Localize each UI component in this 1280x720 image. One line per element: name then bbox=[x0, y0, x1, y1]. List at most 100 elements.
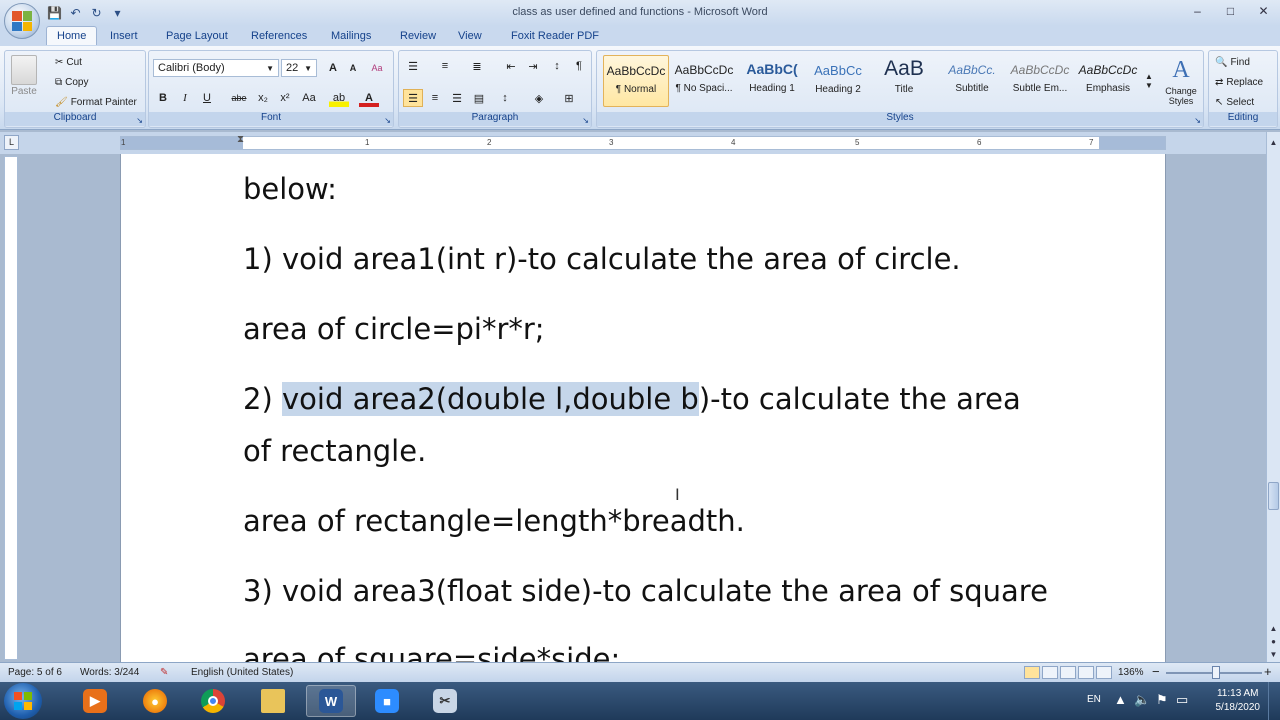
align-center-icon[interactable]: ≡ bbox=[425, 89, 445, 107]
tab-view[interactable]: View bbox=[450, 29, 490, 43]
align-right-icon[interactable]: ☰ bbox=[447, 89, 467, 107]
font-name-combo[interactable]: Calibri (Body) ▼ bbox=[153, 59, 279, 77]
style-subtle-emphasis[interactable]: AaBbCcDc Subtle Em... bbox=[1007, 55, 1073, 107]
language-status[interactable]: English (United States) bbox=[191, 667, 293, 678]
zoom-in-button[interactable]: + bbox=[1264, 664, 1272, 679]
previous-page-icon[interactable]: ▲ bbox=[1267, 622, 1280, 635]
taskbar-media-player[interactable]: ▶ bbox=[70, 685, 120, 717]
minimize-button[interactable]: – bbox=[1181, 0, 1214, 22]
italic-button[interactable]: I bbox=[175, 89, 195, 107]
print-layout-view-icon[interactable] bbox=[1024, 666, 1040, 679]
style-heading-2[interactable]: AaBbCc Heading 2 bbox=[805, 55, 871, 107]
underline-button[interactable]: U bbox=[197, 89, 217, 107]
show-hidden-icons-icon[interactable]: ▲ bbox=[1114, 692, 1127, 707]
multilevel-list-icon[interactable]: ≣ bbox=[467, 57, 487, 75]
style-subtitle[interactable]: AaBbCc. Subtitle bbox=[939, 55, 1005, 107]
strikethrough-button[interactable]: abe bbox=[229, 89, 249, 107]
show-desktop-button[interactable] bbox=[1268, 682, 1280, 720]
web-layout-view-icon[interactable] bbox=[1060, 666, 1076, 679]
shrink-font-button[interactable]: A bbox=[343, 59, 363, 77]
tab-references[interactable]: References bbox=[243, 29, 315, 43]
zoom-level[interactable]: 136% bbox=[1118, 667, 1144, 678]
volume-icon[interactable]: 🔈 bbox=[1134, 692, 1150, 708]
line-spacing-icon[interactable]: ↕ bbox=[495, 89, 515, 107]
grow-font-button[interactable]: A bbox=[323, 59, 343, 77]
change-case-button[interactable]: Aa bbox=[299, 89, 319, 107]
clear-formatting-button[interactable]: Aa bbox=[367, 59, 387, 77]
vertical-ruler[interactable] bbox=[4, 156, 18, 660]
taskbar-zoom[interactable]: ■ bbox=[362, 685, 412, 717]
font-color-button[interactable]: A bbox=[359, 89, 379, 107]
decrease-indent-icon[interactable]: ⇤ bbox=[501, 57, 521, 75]
action-center-flag-icon[interactable]: ⚑ bbox=[1156, 692, 1168, 708]
input-language[interactable]: EN bbox=[1087, 694, 1101, 705]
tab-selector[interactable]: L bbox=[4, 135, 19, 150]
scrollbar-thumb[interactable] bbox=[1268, 482, 1279, 510]
copy-button[interactable]: ⧉ Copy bbox=[55, 77, 89, 88]
zoom-slider-thumb[interactable] bbox=[1212, 666, 1220, 679]
scroll-up-icon[interactable]: ▲ bbox=[1267, 136, 1280, 149]
styles-launcher-icon[interactable]: ↘ bbox=[1194, 116, 1201, 125]
horizontal-ruler[interactable]: 1 1 2 3 4 5 6 7 ⧗ bbox=[120, 134, 1166, 150]
proofing-icon[interactable]: ✎ bbox=[160, 667, 168, 678]
taskbar-word[interactable]: W bbox=[306, 685, 356, 717]
taskbar-file-explorer[interactable] bbox=[248, 685, 298, 717]
document-area[interactable]: below: 1) void area1(int r)-to calculate… bbox=[22, 154, 1266, 662]
shading-icon[interactable]: ◈ bbox=[529, 89, 549, 107]
browse-object-icon[interactable]: ● bbox=[1267, 635, 1280, 648]
style-heading-1[interactable]: AaBbC( Heading 1 bbox=[739, 55, 805, 107]
sort-icon[interactable]: ↕ bbox=[547, 57, 567, 75]
word-count[interactable]: Words: 3/244 bbox=[80, 667, 139, 678]
replace-button[interactable]: ⇄ Replace bbox=[1215, 77, 1263, 88]
tab-insert[interactable]: Insert bbox=[102, 29, 146, 43]
subscript-button[interactable]: x₂ bbox=[253, 89, 273, 107]
style-title[interactable]: AaB Title bbox=[871, 55, 937, 107]
next-page-icon[interactable]: ▼ bbox=[1267, 648, 1280, 661]
style-normal[interactable]: AaBbCcDc ¶ Normal bbox=[603, 55, 669, 107]
style-no-spacing[interactable]: AaBbCcDc ¶ No Spaci... bbox=[671, 55, 737, 107]
close-button[interactable]: ✕ bbox=[1247, 0, 1280, 22]
show-formatting-button[interactable]: ¶ bbox=[569, 57, 589, 75]
tab-review[interactable]: Review bbox=[392, 29, 444, 43]
superscript-button[interactable]: x² bbox=[275, 89, 295, 107]
justify-icon[interactable]: ▤ bbox=[469, 89, 489, 107]
document-page[interactable]: below: 1) void area1(int r)-to calculate… bbox=[120, 154, 1166, 662]
full-screen-view-icon[interactable] bbox=[1042, 666, 1058, 679]
format-painter-button[interactable]: 🖌 Format Painter bbox=[55, 97, 137, 108]
network-icon[interactable]: ▭ bbox=[1176, 692, 1188, 708]
clipboard-launcher-icon[interactable]: ↘ bbox=[136, 116, 143, 125]
borders-icon[interactable]: ⊞ bbox=[559, 89, 579, 107]
style-emphasis[interactable]: AaBbCcDc Emphasis bbox=[1075, 55, 1141, 107]
styles-scroll-icon[interactable]: ▲ ▼ bbox=[1143, 55, 1155, 107]
find-button[interactable]: 🔍 Find bbox=[1215, 57, 1250, 68]
numbering-icon[interactable]: ≡ bbox=[435, 57, 455, 75]
align-left-icon[interactable]: ☰ bbox=[403, 89, 423, 107]
cut-button[interactable]: ✂ Cut bbox=[55, 57, 82, 68]
zoom-out-button[interactable]: − bbox=[1152, 664, 1160, 679]
taskbar-firefox[interactable]: ● bbox=[130, 685, 180, 717]
office-button[interactable] bbox=[4, 3, 40, 39]
taskbar-snipping-tool[interactable]: ✂ bbox=[420, 685, 470, 717]
font-size-combo[interactable]: 22 ▼ bbox=[281, 59, 317, 77]
outline-view-icon[interactable] bbox=[1078, 666, 1094, 679]
tab-mailings[interactable]: Mailings bbox=[323, 29, 379, 43]
vertical-scrollbar[interactable]: ▲ ▲ ● ▼ bbox=[1266, 132, 1280, 662]
draft-view-icon[interactable] bbox=[1096, 666, 1112, 679]
tab-page-layout[interactable]: Page Layout bbox=[158, 29, 236, 43]
paste-button[interactable]: Paste bbox=[11, 55, 37, 97]
indent-marker-icon[interactable]: ⧗ bbox=[237, 134, 244, 145]
tab-home[interactable]: Home bbox=[46, 26, 98, 45]
clock[interactable]: 11:13 AM 5/18/2020 bbox=[1216, 687, 1261, 715]
bullets-icon[interactable]: ☰ bbox=[403, 57, 423, 75]
paragraph-launcher-icon[interactable]: ↘ bbox=[582, 116, 589, 125]
start-button[interactable] bbox=[4, 683, 42, 719]
change-styles-button[interactable]: A Change Styles bbox=[1161, 57, 1201, 106]
tab-foxit-reader-pdf[interactable]: Foxit Reader PDF bbox=[503, 29, 607, 43]
bold-button[interactable]: B bbox=[153, 89, 173, 107]
maximize-button[interactable]: □ bbox=[1214, 0, 1247, 22]
select-button[interactable]: ↖ Select bbox=[1215, 97, 1254, 108]
page-count[interactable]: Page: 5 of 6 bbox=[8, 667, 62, 678]
highlight-button[interactable]: ab bbox=[329, 89, 349, 107]
font-launcher-icon[interactable]: ↘ bbox=[384, 116, 391, 125]
taskbar-chrome[interactable] bbox=[188, 685, 238, 717]
